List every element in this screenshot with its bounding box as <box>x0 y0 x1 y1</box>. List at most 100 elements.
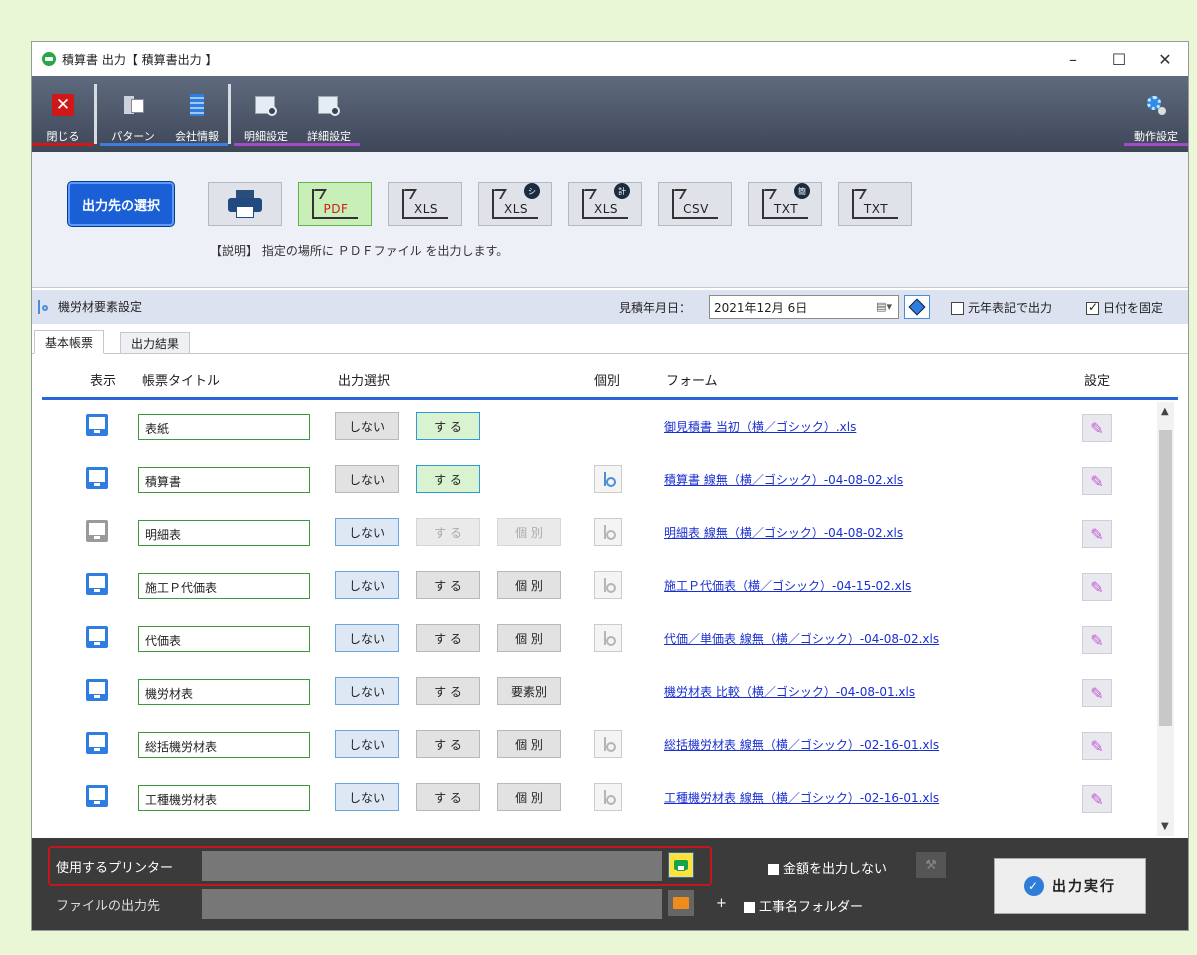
by-element-button[interactable]: 要素別 <box>497 677 561 705</box>
scroll-down-icon[interactable]: ▼ <box>1161 821 1169 832</box>
output-button[interactable]: す る <box>416 571 480 599</box>
not-output-button[interactable]: しない <box>335 465 399 493</box>
form-title-field[interactable]: 工種機労材表 <box>138 785 310 811</box>
pattern-button[interactable]: パターン <box>100 82 166 146</box>
gengo-checkbox[interactable]: 元年表記で出力 <box>951 299 1052 316</box>
form-link[interactable]: 工種機労材表 線無（横／ゴシック）-02-16-01.xls <box>664 789 939 806</box>
monitor-icon[interactable] <box>86 626 108 648</box>
individual-button[interactable]: 個 別 <box>497 624 561 652</box>
scroll-up-icon[interactable]: ▲ <box>1161 406 1169 417</box>
form-link[interactable]: 代価／単価表 線無（横／ゴシック）-04-08-02.xls <box>664 630 939 647</box>
xls-sheet-format-button[interactable]: XLS シ <box>478 182 552 226</box>
monitor-icon[interactable] <box>86 573 108 595</box>
output-button[interactable]: す る <box>416 677 480 705</box>
not-output-button[interactable]: しない <box>335 624 399 652</box>
txt-simple-format-button[interactable]: TXT 簡 <box>748 182 822 226</box>
printer-select-button[interactable] <box>668 852 694 878</box>
file-dest-field[interactable] <box>202 889 662 919</box>
form-title-field[interactable]: 総括機労材表 <box>138 732 310 758</box>
form-link[interactable]: 明細表 線無（横／ゴシック）-04-08-02.xls <box>664 524 903 541</box>
close-button[interactable]: ✕ 閉じる <box>32 82 94 146</box>
select-destination-button[interactable]: 出力先の選択 <box>68 182 174 226</box>
fix-date-checkbox[interactable]: 日付を固定 <box>1086 299 1163 316</box>
form-link[interactable]: 御見積書 当初（横／ゴシック）.xls <box>664 418 856 435</box>
wrench-icon[interactable]: ✎ <box>1082 679 1112 707</box>
action-settings-button[interactable]: 動作設定 <box>1124 82 1188 146</box>
txt-format-button[interactable]: TXT <box>838 182 912 226</box>
maximize-button[interactable]: ☐ <box>1096 42 1142 76</box>
wrench-icon[interactable]: ✎ <box>1082 467 1112 495</box>
individual-button[interactable]: 個 別 <box>497 518 561 546</box>
form-link[interactable]: 総括機労材表 線無（横／ゴシック）-02-16-01.xls <box>664 736 939 753</box>
form-title-field[interactable]: 積算書 <box>138 467 310 493</box>
project-folder-checkbox[interactable]: 工事名フォルダー <box>744 896 863 915</box>
tab-output-results[interactable]: 出力結果 <box>120 332 191 354</box>
output-button[interactable]: す る <box>416 730 480 758</box>
vertical-scrollbar[interactable]: ▲ ▼ <box>1157 402 1174 836</box>
document-icon: TXT <box>852 189 898 219</box>
not-output-button[interactable]: しない <box>335 412 399 440</box>
printer-field[interactable] <box>202 851 662 881</box>
not-output-button[interactable]: しない <box>335 677 399 705</box>
form-title-field[interactable]: 表紙 <box>138 414 310 440</box>
individual-button[interactable]: 個 別 <box>497 730 561 758</box>
wrench-icon[interactable]: ✎ <box>1082 520 1112 548</box>
xls-calc-format-button[interactable]: XLS 計 <box>568 182 642 226</box>
monitor-icon[interactable] <box>86 679 108 701</box>
monitor-icon[interactable] <box>86 732 108 754</box>
calendar-icon[interactable]: ▤▾ <box>876 300 892 313</box>
output-button[interactable]: す る <box>416 518 480 546</box>
individual-button[interactable]: 個 別 <box>497 783 561 811</box>
not-output-button[interactable]: しない <box>335 783 399 811</box>
detail-settings-button[interactable]: 明細設定 <box>234 82 298 146</box>
output-button[interactable]: す る <box>416 412 480 440</box>
wrench-icon[interactable]: ✎ <box>1082 414 1112 442</box>
monitor-icon[interactable] <box>86 520 108 542</box>
output-button[interactable]: す る <box>416 783 480 811</box>
folder-button[interactable] <box>668 890 694 916</box>
tree-icon[interactable] <box>594 571 622 599</box>
minimize-button[interactable]: – <box>1050 42 1096 76</box>
wrench-icon[interactable]: ✎ <box>1082 785 1112 813</box>
not-output-button[interactable]: しない <box>335 571 399 599</box>
eraser-button[interactable] <box>904 295 930 319</box>
xls-format-button[interactable]: XLS <box>388 182 462 226</box>
tree-icon[interactable] <box>594 465 622 493</box>
pdf-format-button[interactable]: PDF <box>298 182 372 226</box>
amount-settings-button[interactable]: ⚒ <box>916 852 946 878</box>
wrench-icon[interactable]: ✎ <box>1082 732 1112 760</box>
tree-icon[interactable] <box>594 624 622 652</box>
estimate-date-field[interactable]: 2021年12月 6日 ▤▾ <box>709 295 899 319</box>
close-window-button[interactable]: ✕ <box>1142 42 1188 76</box>
form-title-field[interactable]: 施工Ｐ代価表 <box>138 573 310 599</box>
wrench-icon[interactable]: ✎ <box>1082 626 1112 654</box>
form-link[interactable]: 施工Ｐ代価表（横／ゴシック）-04-15-02.xls <box>664 577 911 594</box>
tree-icon[interactable] <box>594 518 622 546</box>
tab-basic-forms[interactable]: 基本帳票 <box>34 330 105 354</box>
document-icon: PDF <box>312 189 358 219</box>
company-info-button[interactable]: 会社情報 <box>166 82 228 146</box>
monitor-icon[interactable] <box>86 467 108 489</box>
form-title-field[interactable]: 機労材表 <box>138 679 310 705</box>
output-button[interactable]: す る <box>416 624 480 652</box>
not-output-button[interactable]: しない <box>335 730 399 758</box>
wrench-icon[interactable]: ✎ <box>1082 573 1112 601</box>
csv-format-button[interactable]: CSV <box>658 182 732 226</box>
scroll-thumb[interactable] <box>1159 430 1172 726</box>
form-title-field[interactable]: 明細表 <box>138 520 310 546</box>
monitor-icon[interactable] <box>86 785 108 807</box>
form-link[interactable]: 機労材表 比較（横／ゴシック）-04-08-01.xls <box>664 683 915 700</box>
form-title-field[interactable]: 代価表 <box>138 626 310 652</box>
tree-icon[interactable] <box>594 730 622 758</box>
detail-settings2-button[interactable]: 詳細設定 <box>298 82 360 146</box>
tree-icon[interactable] <box>594 783 622 811</box>
printer-format-button[interactable] <box>208 182 282 226</box>
execute-output-button[interactable]: ✓ 出力実行 <box>994 858 1146 914</box>
output-button[interactable]: す る <box>416 465 480 493</box>
monitor-icon[interactable] <box>86 414 108 436</box>
form-link[interactable]: 積算書 線無（横／ゴシック）-04-08-02.xls <box>664 471 903 488</box>
no-amount-checkbox[interactable]: 金額を出力しない <box>768 858 887 877</box>
not-output-button[interactable]: しない <box>335 518 399 546</box>
individual-button[interactable]: 個 別 <box>497 571 561 599</box>
material-settings-button[interactable]: 機労材要素設定 <box>38 298 142 315</box>
